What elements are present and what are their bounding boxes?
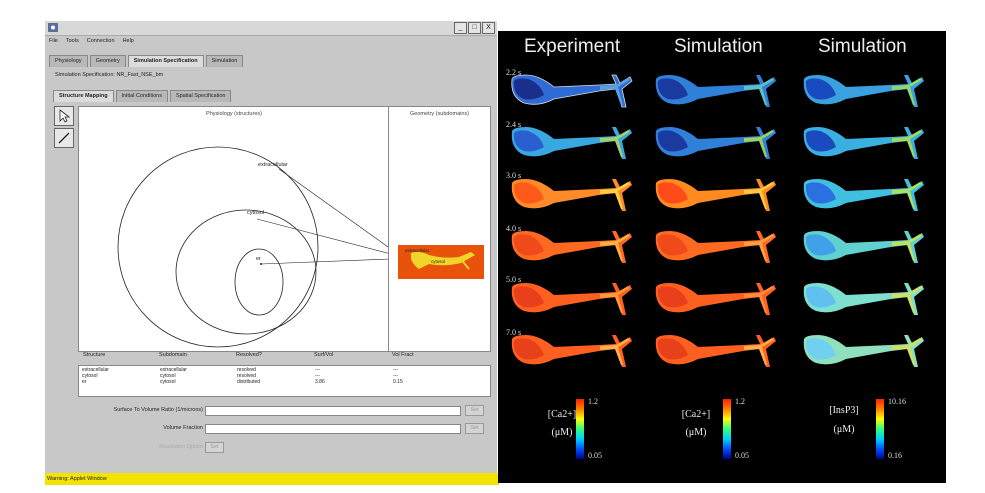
geometry-image	[398, 245, 484, 279]
col-surf-vol: Surf/Vol	[314, 352, 334, 358]
close-button[interactable]: X	[482, 22, 495, 34]
colorbar-max-insp3: 10.16	[888, 397, 906, 406]
col-resolved: Resolved?	[236, 352, 262, 358]
structure-mapping-table[interactable]: extracellular extracellular resolved ---…	[78, 365, 491, 397]
volume-fraction-input[interactable]	[205, 424, 461, 434]
line-icon	[58, 132, 70, 144]
tab-initial-conditions[interactable]: Initial Conditions	[115, 90, 168, 102]
cell-subdomain: cytosol	[160, 379, 176, 385]
pointer-icon	[59, 109, 71, 123]
surface-volume-label: Surface To Volume Ratio (1/microns)	[113, 407, 203, 413]
structure-diagram	[117, 146, 389, 348]
extracellular-mapping-line	[278, 168, 389, 248]
cell-structure: er	[82, 379, 87, 385]
colorbar-insp3	[876, 399, 884, 459]
colorbar-unit-insp3: (μM)	[833, 424, 855, 435]
main-tabs: Physiology Geometry Simulation Specifica…	[49, 55, 244, 67]
cell-image	[504, 171, 644, 220]
geometry-label-cytosol: cytosol	[431, 259, 446, 264]
resolution-option-label: Resolution Option	[159, 444, 203, 450]
cell-image	[648, 327, 788, 376]
cell-image	[796, 223, 936, 272]
cell-image	[796, 171, 936, 220]
tab-geometry[interactable]: Geometry	[89, 55, 126, 67]
er-mapping-dot	[260, 263, 262, 265]
cell-image	[504, 327, 644, 376]
set-resolution-button[interactable]: Set	[205, 442, 224, 453]
select-tool-button[interactable]	[54, 106, 74, 126]
colorbar-max-ca-2: 1.2	[735, 397, 745, 406]
simulation-spec-name: Simulation Specification: NR_Fast_NSE_bm	[55, 72, 164, 78]
tab-structure-mapping[interactable]: Structure Mapping	[53, 90, 114, 102]
cell-vol-fract: 0.15	[393, 379, 403, 385]
cell-image	[796, 327, 936, 376]
tab-simulation[interactable]: Simulation	[205, 55, 244, 67]
colorbar-label-ca-2: [Ca2+]	[681, 409, 711, 420]
cell-image	[648, 171, 788, 220]
window-titlebar: _ □ X	[45, 21, 497, 36]
colorbar-max-ca-1: 1.2	[588, 397, 598, 406]
structure-er: er	[256, 256, 261, 262]
menu-tools[interactable]: Tools	[66, 38, 79, 48]
colorbar-ca-1	[576, 399, 584, 459]
cell-image	[504, 223, 644, 272]
cell-resolved: distributed	[237, 379, 261, 385]
cytosol-mapping-line	[256, 218, 389, 254]
cell-image	[796, 275, 936, 324]
vcell-applet-window: _ □ X File Tools Connection Help Physiol…	[45, 21, 499, 485]
col-vol-fract: Vol Fract	[392, 352, 414, 358]
cell-image	[648, 223, 788, 272]
cell-image	[504, 67, 644, 116]
extracellular-circle[interactable]	[117, 146, 319, 348]
tab-physiology[interactable]: Physiology	[49, 55, 88, 67]
maximize-button[interactable]: □	[468, 22, 481, 34]
geometry-subdomains-panel[interactable]: Geometry (subdomains) extracellular cyto…	[388, 106, 491, 352]
cytosol-ellipse[interactable]	[175, 209, 317, 335]
structure-extracellular: extracellular	[258, 162, 288, 168]
er-mapping-line	[260, 258, 389, 265]
cell-image	[648, 275, 788, 324]
colorbar-ca-2	[723, 399, 731, 459]
col-subdomain: Subdomain	[159, 352, 187, 358]
surface-volume-input[interactable]	[205, 406, 461, 416]
menu-bar: File Tools Connection Help	[45, 38, 134, 48]
title-simulation-insp3: Simulation	[818, 36, 907, 57]
sub-tabs: Structure Mapping Initial Conditions Spa…	[53, 90, 232, 102]
volume-fraction-label: Volume Fraction	[163, 425, 203, 431]
cell-image	[796, 67, 936, 116]
cell-image	[504, 119, 644, 168]
colorbar-min-ca-2: 0.05	[735, 451, 749, 460]
cell-image	[796, 119, 936, 168]
set-volume-button[interactable]: Set	[465, 423, 484, 434]
menu-connection[interactable]: Connection	[87, 38, 115, 48]
structure-cytosol: cytosol	[247, 210, 265, 216]
tool-palette	[54, 106, 74, 150]
set-surface-button[interactable]: Set	[465, 405, 484, 416]
colorbar-unit-ca-2: (μM)	[685, 427, 707, 438]
minimize-button[interactable]: _	[454, 22, 467, 34]
colorbar-label-insp3: [InsP3]	[829, 405, 859, 416]
menu-help[interactable]: Help	[123, 38, 134, 48]
physiology-structures-panel[interactable]: Physiology (structures) extracellular cy…	[78, 106, 390, 352]
cell-image	[648, 67, 788, 116]
tab-spatial-specification[interactable]: Spatial Specification	[169, 90, 232, 102]
line-tool-button[interactable]	[54, 128, 74, 148]
app-icon	[48, 23, 58, 32]
cell-image	[648, 119, 788, 168]
cell-image	[504, 275, 644, 324]
menu-file[interactable]: File	[49, 38, 58, 48]
tab-simulation-specification[interactable]: Simulation Specification	[127, 55, 204, 67]
title-experiment: Experiment	[524, 36, 621, 57]
calcium-wave-figure: Experiment Simulation Simulation 2.2 s 2…	[498, 31, 946, 483]
applet-warning-bar: Warning: Applet Window	[45, 473, 499, 485]
title-simulation-ca: Simulation	[674, 36, 763, 57]
colorbar-min-ca-1: 0.05	[588, 451, 602, 460]
cell-surf-vol: 3.86	[315, 379, 325, 385]
col-structure: Structure	[83, 352, 106, 358]
colorbar-min-insp3: 0.16	[888, 451, 902, 460]
geometry-label-extracellular: extracellular	[405, 248, 430, 253]
